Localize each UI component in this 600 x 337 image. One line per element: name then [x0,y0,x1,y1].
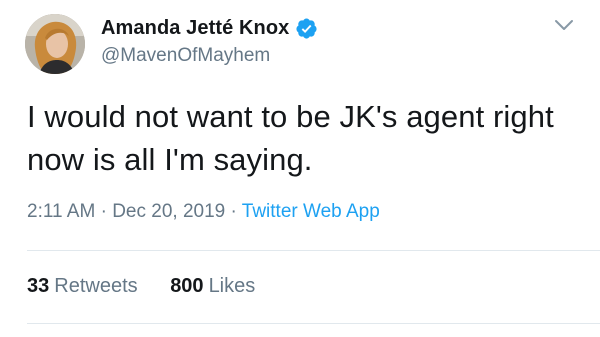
meta-separator: · [100,201,107,222]
divider [27,323,600,324]
tweet-meta: 2:11 AM · Dec 20, 2019 · Twitter Web App [27,201,380,223]
divider [27,250,600,251]
tweet-stats: 33 Retweets 800 Likes [27,275,255,298]
retweets-label: Retweets [54,275,138,297]
likes-stat[interactable]: 800 Likes [170,275,255,298]
tweet-card: Amanda Jetté Knox @MavenOfMayhem I would… [0,0,600,337]
meta-separator: · [230,201,237,222]
likes-count: 800 [170,275,204,297]
retweets-count: 33 [27,275,50,297]
tweet-time[interactable]: 2:11 AM [27,201,95,222]
likes-label: Likes [208,275,256,297]
chevron-down-icon[interactable] [554,18,574,32]
retweets-stat[interactable]: 33 Retweets [27,275,138,298]
avatar[interactable] [25,14,85,74]
user-handle[interactable]: @MavenOfMayhem [101,45,270,67]
tweet-date[interactable]: Dec 20, 2019 [112,201,225,222]
verified-badge-icon [295,17,318,40]
tweet-source-link[interactable]: Twitter Web App [242,201,380,222]
display-name-row: Amanda Jetté Knox [101,13,318,43]
display-name[interactable]: Amanda Jetté Knox [101,17,289,40]
tweet-text: I would not want to be JK's agent right … [27,99,554,177]
